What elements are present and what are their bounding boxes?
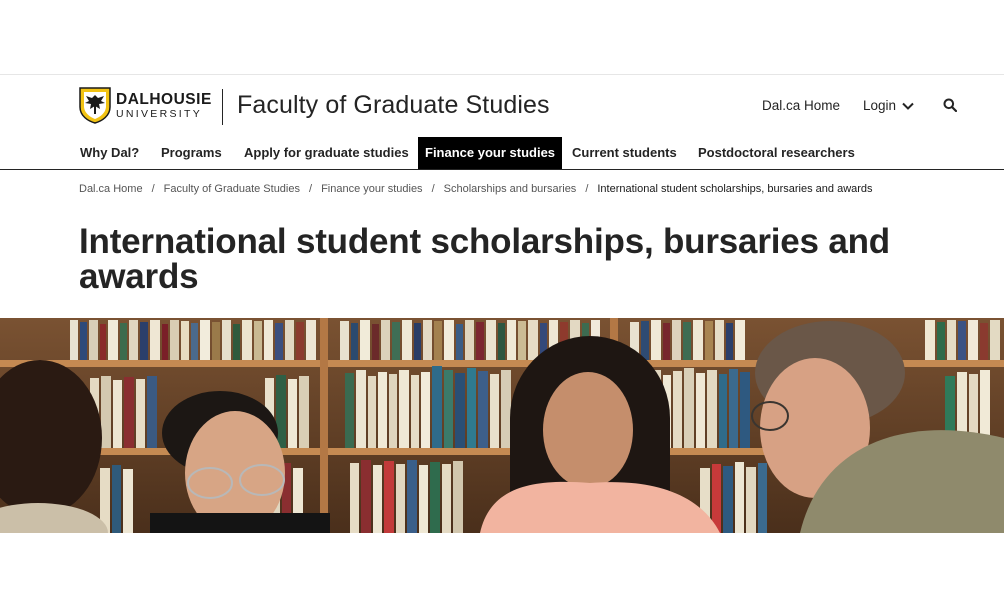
login-label: Login (863, 98, 897, 113)
breadcrumb-separator: / (309, 183, 313, 195)
search-icon[interactable] (943, 98, 957, 112)
chevron-down-icon (902, 102, 914, 110)
breadcrumb-finance[interactable]: Finance your studies (321, 183, 423, 195)
breadcrumb-separator: / (585, 183, 589, 195)
site-title[interactable]: Faculty of Graduate Studies (237, 91, 550, 120)
main-nav: Why Dal? Programs Apply for graduate stu… (0, 137, 1004, 170)
breadcrumb-separator: / (431, 183, 435, 195)
nav-item-current-students[interactable]: Current students (572, 137, 677, 169)
breadcrumb-scholarships[interactable]: Scholarships and bursaries (444, 183, 577, 195)
hero-photo (0, 318, 1004, 533)
dalhousie-logo[interactable]: DALHOUSIE UNIVERSITY (79, 87, 212, 124)
logo-wordmark: DALHOUSIE UNIVERSITY (116, 92, 212, 119)
breadcrumb-graduate-studies[interactable]: Faculty of Graduate Studies (164, 183, 300, 195)
nav-item-apply[interactable]: Apply for graduate studies (244, 137, 409, 169)
logo-name-top: DALHOUSIE (116, 91, 212, 108)
login-dropdown[interactable]: Login (863, 98, 914, 113)
page-title: International student scholarships, burs… (79, 222, 890, 296)
breadcrumb-current-page: International student scholarships, burs… (597, 183, 873, 195)
nav-item-programs[interactable]: Programs (161, 137, 222, 169)
breadcrumb-separator: / (151, 183, 155, 195)
breadcrumb: Dal.ca Home / Faculty of Graduate Studie… (79, 183, 873, 195)
hero-library-image (0, 318, 1004, 533)
dal-home-link[interactable]: Dal.ca Home (762, 98, 840, 113)
nav-item-finance[interactable]: Finance your studies (418, 137, 563, 169)
site-header: DALHOUSIE UNIVERSITY Faculty of Graduate… (0, 76, 1004, 136)
nav-item-why-dal[interactable]: Why Dal? (80, 137, 139, 169)
dalhousie-shield-icon (79, 87, 111, 124)
breadcrumb-dal-home[interactable]: Dal.ca Home (79, 183, 143, 195)
logo-name-bottom: UNIVERSITY (116, 107, 203, 120)
top-whitespace (0, 0, 1004, 75)
nav-item-postdoctoral[interactable]: Postdoctoral researchers (698, 137, 855, 169)
logo-divider (222, 89, 223, 125)
